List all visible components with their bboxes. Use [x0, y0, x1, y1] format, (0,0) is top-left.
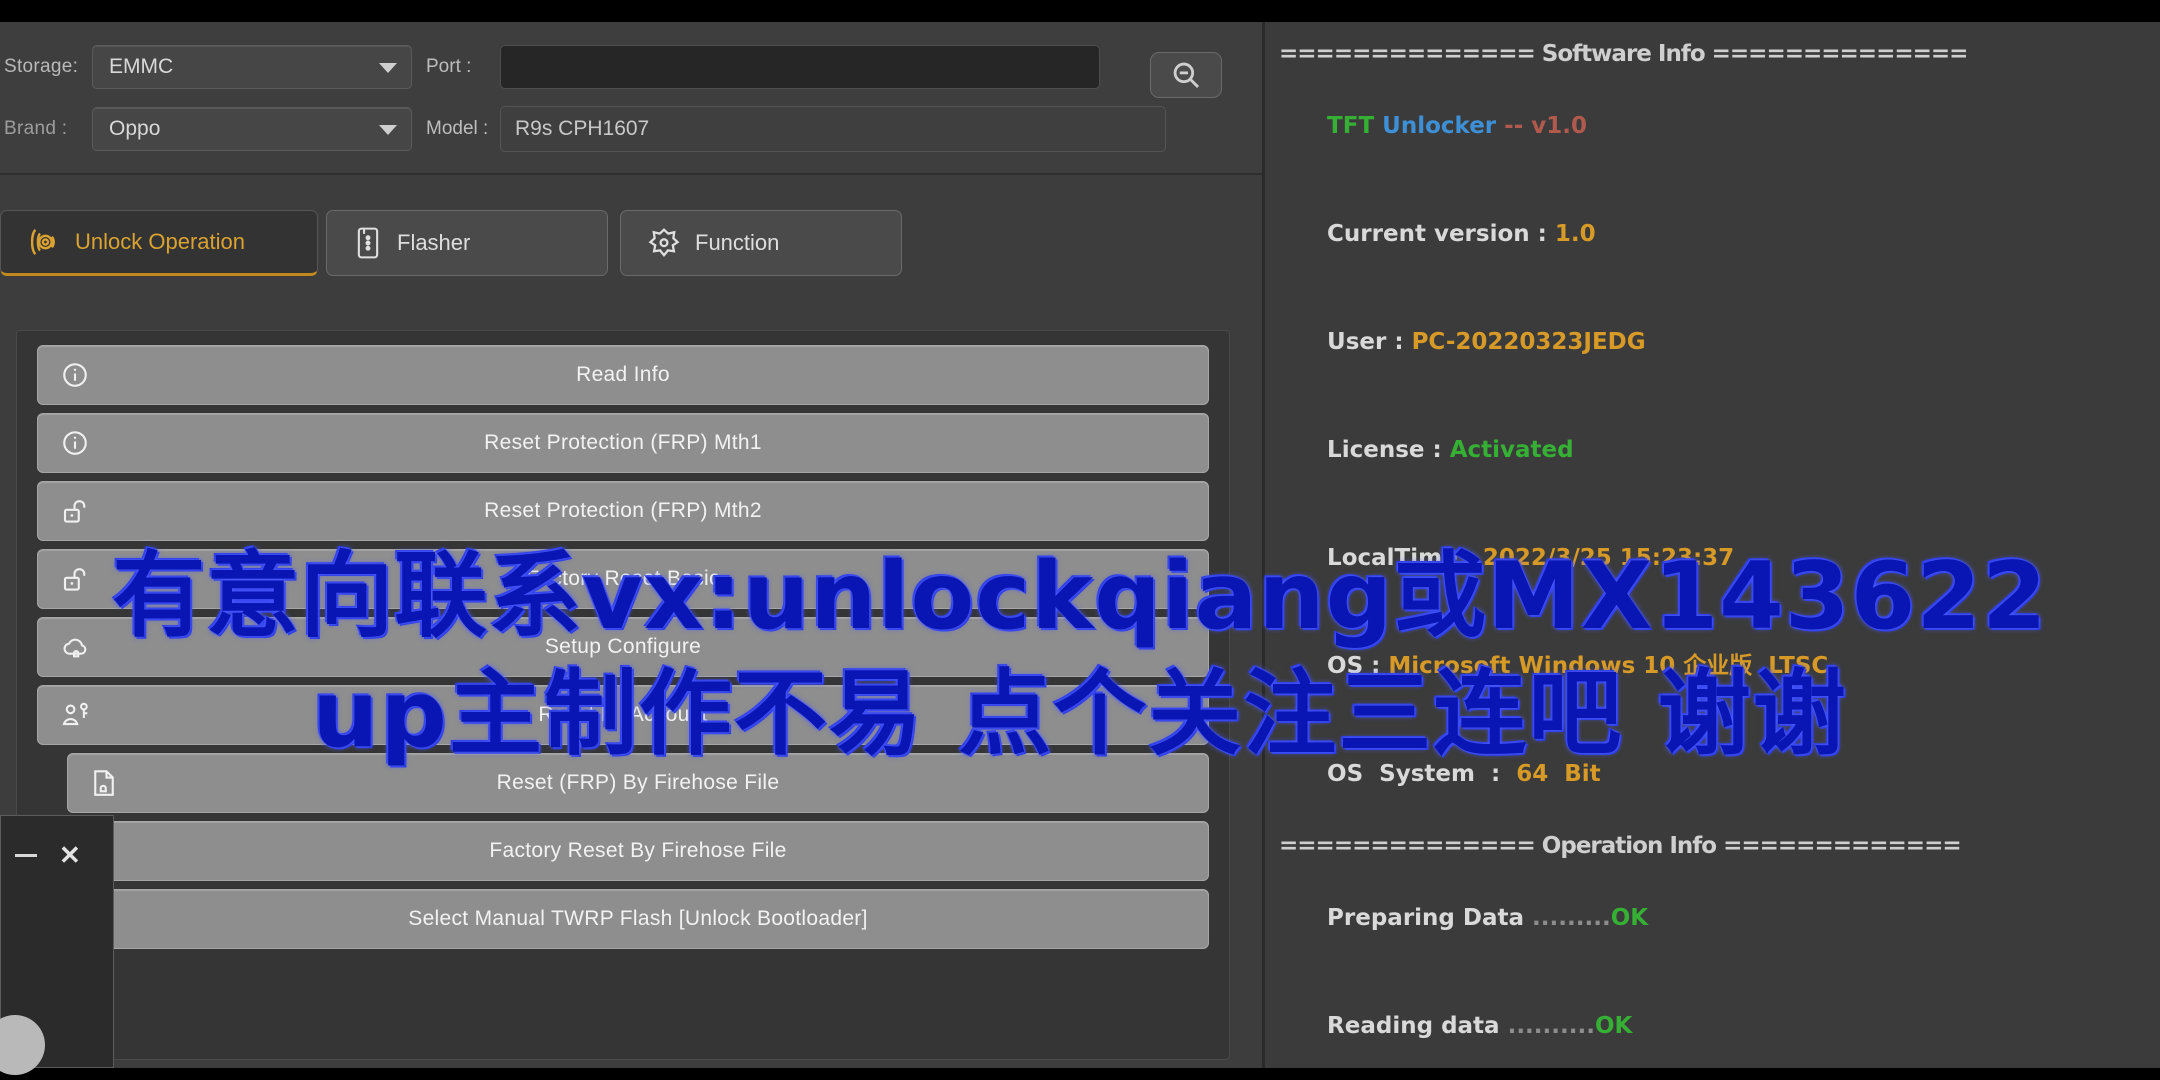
mini-window-fragment: ✕	[0, 815, 115, 1075]
os-system-value: 64 Bit	[1516, 761, 1601, 787]
brand-dropdown[interactable]: Oppo	[92, 107, 412, 151]
mini-window-controls: ✕	[1, 838, 115, 872]
current-version-label: Current version :	[1327, 221, 1555, 247]
op-1-dots: .........	[1532, 905, 1611, 931]
os-line: OS : Microsoft Windows 10 企业版 LTSC	[1279, 612, 2160, 720]
os-system-label: OS System :	[1327, 761, 1517, 787]
chevron-down-icon	[379, 63, 397, 73]
action-read-info[interactable]: Read Info	[37, 345, 1209, 405]
operation-info-header: ============== Operation Info ==========…	[1279, 833, 1962, 859]
action-factory-reset-basic[interactable]: Factory Reset Basic	[37, 549, 1209, 609]
tab-label: Unlock Operation	[75, 229, 245, 254]
brand-label: Brand :	[4, 118, 68, 139]
phone-chip-icon	[353, 226, 383, 260]
os-system-line: OS System : 64 Bit	[1279, 720, 2160, 828]
tab-label: Function	[695, 230, 780, 255]
localtime-label: LocalTime :	[1327, 545, 1483, 571]
port-label: Port :	[426, 56, 472, 77]
app-name-line: TFT Unlocker -- v1.0	[1279, 72, 2160, 180]
license-label: License :	[1327, 437, 1450, 463]
license-line: License : Activated	[1279, 396, 2160, 504]
user-value: PC-20220323JEDG	[1411, 329, 1646, 355]
action-label: Read Info	[576, 363, 670, 386]
action-label: Reset Protection (FRP) Mth2	[484, 499, 762, 522]
brand-model-row: Brand : Oppo Model : R9s CPH1607	[0, 106, 1166, 152]
action-setup-configure[interactable]: Setup Configure	[37, 617, 1209, 677]
minimize-button[interactable]	[15, 853, 37, 857]
app-name-part-a: TFT	[1327, 113, 1375, 139]
action-reset-frp-mth1[interactable]: Reset Protection (FRP) Mth1	[37, 413, 1209, 473]
model-value: R9s CPH1607	[515, 117, 650, 140]
localtime-value: 2022/3/25 15:23:37	[1482, 545, 1735, 571]
user-label: User :	[1327, 329, 1412, 355]
action-label: Reset Protection (FRP) Mth1	[484, 431, 762, 454]
op-1-label: Preparing Data	[1327, 905, 1533, 931]
letterbox-bottom	[0, 1068, 2160, 1080]
log-pane[interactable]: ============== Software Info ===========…	[1262, 22, 2160, 1068]
app-name-part-b: Unlocker	[1382, 113, 1497, 139]
action-factory-reset-firehose[interactable]: Factory Reset By Firehose File	[67, 821, 1209, 881]
action-label: Reset (FRP) By Firehose File	[496, 771, 780, 794]
tab-unlock-operation[interactable]: Unlock Operation	[0, 210, 318, 276]
cloud-lock-icon	[60, 632, 92, 662]
chevron-down-icon	[379, 125, 397, 135]
storage-dropdown[interactable]: EMMC	[92, 45, 412, 89]
os-label: OS :	[1327, 653, 1389, 679]
operation-line-1: Preparing Data .........OK	[1279, 864, 2160, 972]
search-icon	[1173, 62, 1200, 89]
storage-port-row: Storage: EMMC Port :	[0, 44, 1100, 90]
close-icon[interactable]: ✕	[59, 842, 81, 868]
action-label: Setup Configure	[544, 635, 702, 658]
op-2-label: Reading data	[1327, 1013, 1508, 1039]
model-dropdown[interactable]: R9s CPH1607	[500, 106, 1166, 152]
file-lock-icon	[90, 768, 118, 798]
current-version-value: 1.0	[1554, 221, 1596, 247]
op-2-dots: ..........	[1507, 1013, 1595, 1039]
operation-line-2: Reading data ..........OK	[1279, 972, 2160, 1080]
action-reset-mi-account[interactable]: Reset MI Account	[37, 685, 1209, 745]
tab-bar: Unlock Operation Flasher Function	[0, 210, 1262, 284]
tab-label: Flasher	[397, 230, 471, 255]
license-value: Activated	[1449, 437, 1574, 463]
os-value: Microsoft Windows 10 企业版 LTSC	[1388, 653, 1829, 679]
op-2-status: OK	[1594, 1013, 1633, 1039]
info-icon	[60, 428, 90, 458]
model-label: Model :	[426, 118, 489, 139]
action-label: Select Manual TWRP Flash [Unlock Bootloa…	[408, 907, 868, 930]
tab-function[interactable]: Function	[620, 210, 902, 276]
action-reset-frp-mth2[interactable]: Reset Protection (FRP) Mth2	[37, 481, 1209, 541]
storage-label: Storage:	[4, 56, 79, 77]
device-selector-area: Storage: EMMC Port : Brand : Oppo Model …	[0, 22, 1262, 175]
action-label: Factory Reset By Firehose File	[489, 839, 787, 862]
tab-flasher[interactable]: Flasher	[326, 210, 608, 276]
app-dash: --	[1504, 113, 1524, 139]
port-dropdown[interactable]	[500, 45, 1100, 89]
letterbox-top	[0, 0, 2160, 22]
current-version-line: Current version : 1.0	[1279, 180, 2160, 288]
storage-value: EMMC	[109, 55, 174, 78]
action-label: Factory Reset Basic	[526, 567, 720, 590]
info-icon	[60, 360, 90, 390]
unlock-icon	[60, 564, 90, 594]
taskbar-orb-icon	[0, 1015, 45, 1075]
brand-value: Oppo	[109, 117, 161, 140]
action-label: Reset MI Account	[538, 703, 708, 726]
user-line: User : PC-20220323JEDG	[1279, 288, 2160, 396]
action-list-panel: Read Info Reset Protection (FRP) Mth1 Re…	[16, 330, 1230, 1060]
action-reset-frp-firehose[interactable]: Reset (FRP) By Firehose File	[67, 753, 1209, 813]
gear-star-icon	[647, 226, 681, 260]
op-1-status: OK	[1610, 905, 1649, 931]
action-select-manual-twrp-flash[interactable]: Select Manual TWRP Flash [Unlock Bootloa…	[67, 889, 1209, 949]
user-key-icon	[60, 700, 92, 730]
unlock-icon	[60, 496, 90, 526]
app-version: v1.0	[1531, 113, 1588, 139]
software-info-header: ============== Software Info ===========…	[1279, 41, 1968, 67]
fingerprint-phone-icon	[27, 225, 61, 259]
localtime-line: LocalTime : 2022/3/25 15:23:37	[1279, 504, 2160, 612]
search-button[interactable]	[1150, 52, 1222, 98]
left-pane: Storage: EMMC Port : Brand : Oppo Model …	[0, 22, 1262, 1068]
application-window: Storage: EMMC Port : Brand : Oppo Model …	[0, 0, 2160, 1080]
